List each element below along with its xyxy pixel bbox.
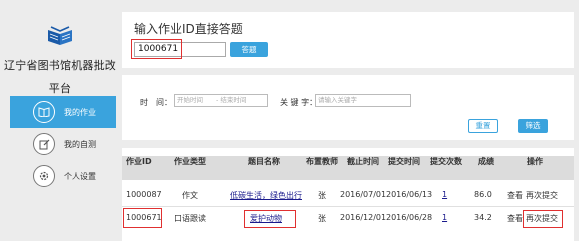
col-header-actions: 操作: [527, 157, 543, 166]
gear-icon: [33, 165, 55, 187]
row1-id: 1000087: [126, 190, 162, 199]
nav-item-my-homework[interactable]: 我的作业: [10, 96, 116, 128]
row1-title-link[interactable]: 低碳生活，绿色出行: [230, 190, 302, 201]
edit-icon: [33, 133, 55, 155]
col-header-type: 作业类型: [174, 157, 206, 166]
row2-id: 1000671: [126, 213, 162, 222]
keyword-input[interactable]: 请输入关键字: [315, 94, 411, 107]
nav-item-my-self-test[interactable]: 我的自测: [10, 128, 116, 160]
row2-deadline: 2016/12/01: [340, 213, 387, 222]
col-header-submit-time: 提交时间: [388, 157, 420, 166]
row1-score: 86.0: [474, 190, 492, 199]
row1-type: 作文: [182, 191, 198, 200]
col-header-deadline: 截止时间: [347, 157, 379, 166]
row1-submit-time: 2016/06/13: [386, 190, 433, 199]
row1-teacher: 张: [318, 191, 326, 200]
platform-title: 辽宁省图书馆机器批改 平台: [4, 59, 116, 95]
col-header-id: 作业ID: [126, 157, 152, 166]
filter-button[interactable]: 筛选: [518, 119, 548, 133]
row1-resubmit-link[interactable]: 再次提交: [526, 190, 558, 201]
reset-button[interactable]: 重置: [468, 119, 498, 133]
time-label: 时 间：: [140, 98, 172, 107]
keyword-label: 关 键 字：: [280, 98, 318, 107]
col-header-title: 题目名称: [248, 157, 280, 166]
homework-table: 作业ID 作业类型 题目名称 布置教师 截止时间 提交时间 提交次数 成绩 操作…: [122, 148, 574, 241]
row2-teacher: 张: [318, 214, 326, 223]
row-divider: [122, 206, 574, 207]
row2-submit-count-link[interactable]: 1: [442, 213, 447, 222]
homework-id-input[interactable]: 1000671: [134, 42, 226, 57]
book-icon: [33, 101, 55, 123]
row2-submit-time: 2016/06/28: [386, 213, 433, 222]
time-range-input[interactable]: 开始时间 - 结束时间: [174, 94, 268, 107]
row2-score: 34.2: [474, 213, 492, 222]
col-header-submit-count: 提交次数: [430, 157, 462, 166]
row2-view-link[interactable]: 查看: [507, 213, 523, 224]
library-logo-icon: [48, 26, 72, 45]
col-header-teacher: 布置教师: [306, 157, 338, 166]
col-header-score: 成绩: [478, 157, 494, 166]
answer-button[interactable]: 答题: [230, 42, 268, 57]
direct-answer-title: 输入作业ID直接答题: [134, 22, 243, 36]
sidebar: 辽宁省图书馆机器批改 平台 我的作业 我的自测 个人设置: [0, 0, 118, 241]
direct-answer-panel: 输入作业ID直接答题 1000671 答题: [122, 12, 574, 68]
row2-type: 口语跟读: [174, 214, 206, 223]
row2-resubmit-link[interactable]: 再次提交: [526, 213, 558, 224]
row1-submit-count-link[interactable]: 1: [442, 190, 447, 199]
row1-deadline: 2016/07/01: [340, 190, 387, 199]
nav-item-personal-settings[interactable]: 个人设置: [10, 160, 116, 192]
row1-view-link[interactable]: 查看: [507, 190, 523, 201]
filter-panel: 时 间： 开始时间 - 结束时间 关 键 字： 请输入关键字 重置 筛选: [122, 75, 574, 140]
row2-title-link[interactable]: 爱护动物: [250, 213, 282, 224]
